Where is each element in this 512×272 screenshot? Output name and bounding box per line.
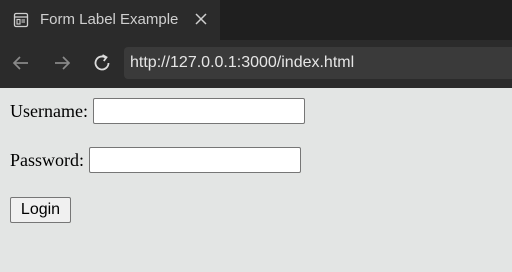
password-label: Password:	[10, 149, 85, 170]
forward-arrow-icon[interactable]	[51, 52, 73, 74]
address-bar[interactable]: http://127.0.0.1:3000/index.html	[124, 47, 512, 79]
page-content: Username: Password: Login	[0, 88, 512, 272]
tab-bar: Form Label Example	[0, 0, 512, 40]
page-icon	[13, 12, 29, 28]
password-field[interactable]	[89, 147, 302, 173]
close-icon[interactable]	[193, 11, 209, 27]
username-row: Username:	[10, 97, 305, 125]
password-row: Password:	[10, 146, 302, 174]
username-field[interactable]	[92, 98, 305, 124]
navigation-bar: http://127.0.0.1:3000/index.html	[0, 40, 512, 88]
reload-icon[interactable]	[91, 52, 113, 74]
login-button[interactable]: Login	[10, 197, 71, 223]
tab-active[interactable]: Form Label Example	[0, 0, 220, 40]
browser-window: Form Label Example http://127.0.0.1:3000…	[0, 0, 512, 272]
username-label: Username:	[10, 100, 88, 121]
back-arrow-icon[interactable]	[10, 52, 32, 74]
tab-title: Form Label Example	[40, 11, 179, 28]
